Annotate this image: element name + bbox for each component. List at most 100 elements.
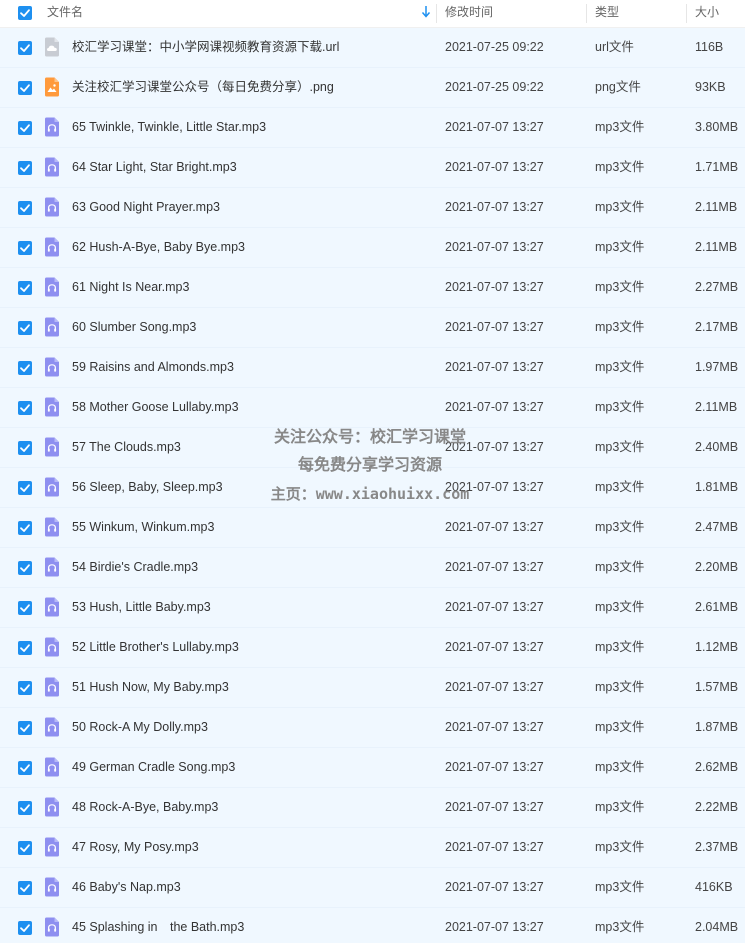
- file-name[interactable]: 49 German Cradle Song.mp3: [72, 748, 432, 787]
- table-row[interactable]: 50 Rock-A My Dolly.mp3 2021-07-07 13:27 mp…: [0, 708, 745, 748]
- column-header-time[interactable]: 修改时间: [445, 0, 493, 27]
- file-name[interactable]: 57 The Clouds.mp3: [72, 428, 432, 467]
- modified-time: 2021-07-07 13:27: [445, 880, 544, 894]
- row-checkbox[interactable]: [18, 721, 32, 735]
- row-checkbox[interactable]: [18, 441, 32, 455]
- table-row[interactable]: 56 Sleep, Baby, Sleep.mp3 2021-07-07 13:2…: [0, 468, 745, 508]
- row-checkbox[interactable]: [18, 601, 32, 615]
- file-name[interactable]: 52 Little Brother's Lullaby.mp3: [72, 628, 432, 667]
- table-row[interactable]: 63 Good Night Prayer.mp3 2021-07-07 13:27…: [0, 188, 745, 228]
- audio-file-icon: [44, 757, 60, 777]
- row-checkbox[interactable]: [18, 681, 32, 695]
- file-name[interactable]: 53 Hush, Little Baby.mp3: [72, 588, 432, 627]
- column-header-size[interactable]: 大小: [695, 0, 719, 27]
- file-name[interactable]: 58 Mother Goose Lullaby.mp3: [72, 388, 432, 427]
- column-divider[interactable]: [686, 4, 687, 23]
- table-row[interactable]: 60 Slumber Song.mp3 2021-07-07 13:27 mp3文件…: [0, 308, 745, 348]
- file-name[interactable]: 47 Rosy, My Posy.mp3: [72, 828, 432, 867]
- file-name[interactable]: 61 Night Is Near.mp3: [72, 268, 432, 307]
- file-type: mp3文件: [595, 600, 645, 614]
- file-name[interactable]: 63 Good Night Prayer.mp3: [72, 188, 432, 227]
- table-row[interactable]: 51 Hush Now, My Baby.mp3 2021-07-07 13:27…: [0, 668, 745, 708]
- column-divider[interactable]: [586, 4, 587, 23]
- modified-time: 2021-07-07 13:27: [445, 280, 544, 294]
- file-name[interactable]: 65 Twinkle, Twinkle, Little Star.mp3: [72, 108, 432, 147]
- file-name[interactable]: 56 Sleep, Baby, Sleep.mp3: [72, 468, 432, 507]
- modified-time: 2021-07-25 09:22: [445, 80, 544, 94]
- file-name[interactable]: 54 Birdie's Cradle.mp3: [72, 548, 432, 587]
- file-size: 2.17MB: [695, 320, 739, 334]
- file-name[interactable]: 45 Splashing in the Bath.mp3: [72, 908, 432, 943]
- sort-descending-icon[interactable]: [419, 4, 433, 20]
- table-row[interactable]: 关注校汇学习课堂公众号（每日免费分享）.png 2021-07-25 09:22 p…: [0, 68, 745, 108]
- file-name[interactable]: 46 Baby's Nap.mp3: [72, 868, 432, 907]
- file-name[interactable]: 62 Hush-A-Bye, Baby Bye.mp3: [72, 228, 432, 267]
- row-checkbox[interactable]: [18, 401, 32, 415]
- row-checkbox[interactable]: [18, 121, 32, 135]
- file-size: 3.80MB: [695, 120, 739, 134]
- column-header-name[interactable]: 文件名: [47, 0, 83, 27]
- column-divider[interactable]: [436, 4, 437, 23]
- table-row[interactable]: 47 Rosy, My Posy.mp3 2021-07-07 13:27 mp3文…: [0, 828, 745, 868]
- file-name[interactable]: 60 Slumber Song.mp3: [72, 308, 432, 347]
- table-row[interactable]: 52 Little Brother's Lullaby.mp3 2021-07-0…: [0, 628, 745, 668]
- audio-file-icon: [44, 877, 60, 897]
- file-name[interactable]: 59 Raisins and Almonds.mp3: [72, 348, 432, 387]
- file-size: 2.22MB: [695, 800, 739, 814]
- row-checkbox[interactable]: [18, 161, 32, 175]
- table-row[interactable]: 57 The Clouds.mp3 2021-07-07 13:27 mp3文件 2.…: [0, 428, 745, 468]
- file-type: mp3文件: [595, 720, 645, 734]
- row-checkbox[interactable]: [18, 521, 32, 535]
- row-checkbox[interactable]: [18, 81, 32, 95]
- file-name[interactable]: 48 Rock-A-Bye, Baby.mp3: [72, 788, 432, 827]
- file-size: 116B: [695, 40, 724, 54]
- table-row[interactable]: 64 Star Light, Star Bright.mp3 2021-07-07…: [0, 148, 745, 188]
- table-row[interactable]: 55 Winkum, Winkum.mp3 2021-07-07 13:27 mp3…: [0, 508, 745, 548]
- row-checkbox[interactable]: [18, 41, 32, 55]
- audio-file-icon: [44, 797, 60, 817]
- row-checkbox[interactable]: [18, 321, 32, 335]
- row-checkbox[interactable]: [18, 761, 32, 775]
- checkmark-icon: [20, 764, 30, 772]
- row-checkbox[interactable]: [18, 281, 32, 295]
- file-name[interactable]: 关注校汇学习课堂公众号（每日免费分享）.png: [72, 68, 432, 107]
- table-row[interactable]: 校汇学习课堂：中小学网课视频教育资源下载.url 2021-07-25 09:22…: [0, 28, 745, 68]
- file-name[interactable]: 校汇学习课堂：中小学网课视频教育资源下载.url: [72, 28, 432, 67]
- file-type: mp3文件: [595, 280, 645, 294]
- checkmark-icon: [20, 404, 30, 412]
- row-checkbox[interactable]: [18, 641, 32, 655]
- file-name[interactable]: 64 Star Light, Star Bright.mp3: [72, 148, 432, 187]
- table-row[interactable]: 49 German Cradle Song.mp3 2021-07-07 13:2…: [0, 748, 745, 788]
- file-name[interactable]: 51 Hush Now, My Baby.mp3: [72, 668, 432, 707]
- row-checkbox[interactable]: [18, 481, 32, 495]
- row-checkbox[interactable]: [18, 801, 32, 815]
- table-row[interactable]: 62 Hush-A-Bye, Baby Bye.mp3 2021-07-07 13…: [0, 228, 745, 268]
- select-all-checkbox[interactable]: [18, 6, 32, 20]
- table-row[interactable]: 45 Splashing in the Bath.mp3 2021-07-07 1…: [0, 908, 745, 943]
- table-row[interactable]: 61 Night Is Near.mp3 2021-07-07 13:27 mp3文…: [0, 268, 745, 308]
- row-checkbox[interactable]: [18, 841, 32, 855]
- column-header-type[interactable]: 类型: [595, 0, 619, 27]
- file-name[interactable]: 50 Rock-A My Dolly.mp3: [72, 708, 432, 747]
- file-type: mp3文件: [595, 520, 645, 534]
- row-checkbox[interactable]: [18, 241, 32, 255]
- table-row[interactable]: 48 Rock-A-Bye, Baby.mp3 2021-07-07 13:27 m…: [0, 788, 745, 828]
- table-row[interactable]: 53 Hush, Little Baby.mp3 2021-07-07 13:27…: [0, 588, 745, 628]
- table-row[interactable]: 58 Mother Goose Lullaby.mp3 2021-07-07 13…: [0, 388, 745, 428]
- row-checkbox[interactable]: [18, 561, 32, 575]
- row-checkbox[interactable]: [18, 361, 32, 375]
- file-name[interactable]: 55 Winkum, Winkum.mp3: [72, 508, 432, 547]
- row-checkbox[interactable]: [18, 921, 32, 935]
- audio-file-icon: [44, 197, 60, 217]
- row-checkbox[interactable]: [18, 201, 32, 215]
- table-row[interactable]: 46 Baby's Nap.mp3 2021-07-07 13:27 mp3文件 41…: [0, 868, 745, 908]
- row-checkbox[interactable]: [18, 881, 32, 895]
- modified-time: 2021-07-07 13:27: [445, 560, 544, 574]
- table-row[interactable]: 59 Raisins and Almonds.mp3 2021-07-07 13:…: [0, 348, 745, 388]
- table-row[interactable]: 54 Birdie's Cradle.mp3 2021-07-07 13:27 mp…: [0, 548, 745, 588]
- checkmark-icon: [20, 9, 30, 17]
- audio-file-icon: [44, 557, 60, 577]
- modified-time: 2021-07-25 09:22: [445, 40, 544, 54]
- checkmark-icon: [20, 644, 30, 652]
- table-row[interactable]: 65 Twinkle, Twinkle, Little Star.mp3 2021…: [0, 108, 745, 148]
